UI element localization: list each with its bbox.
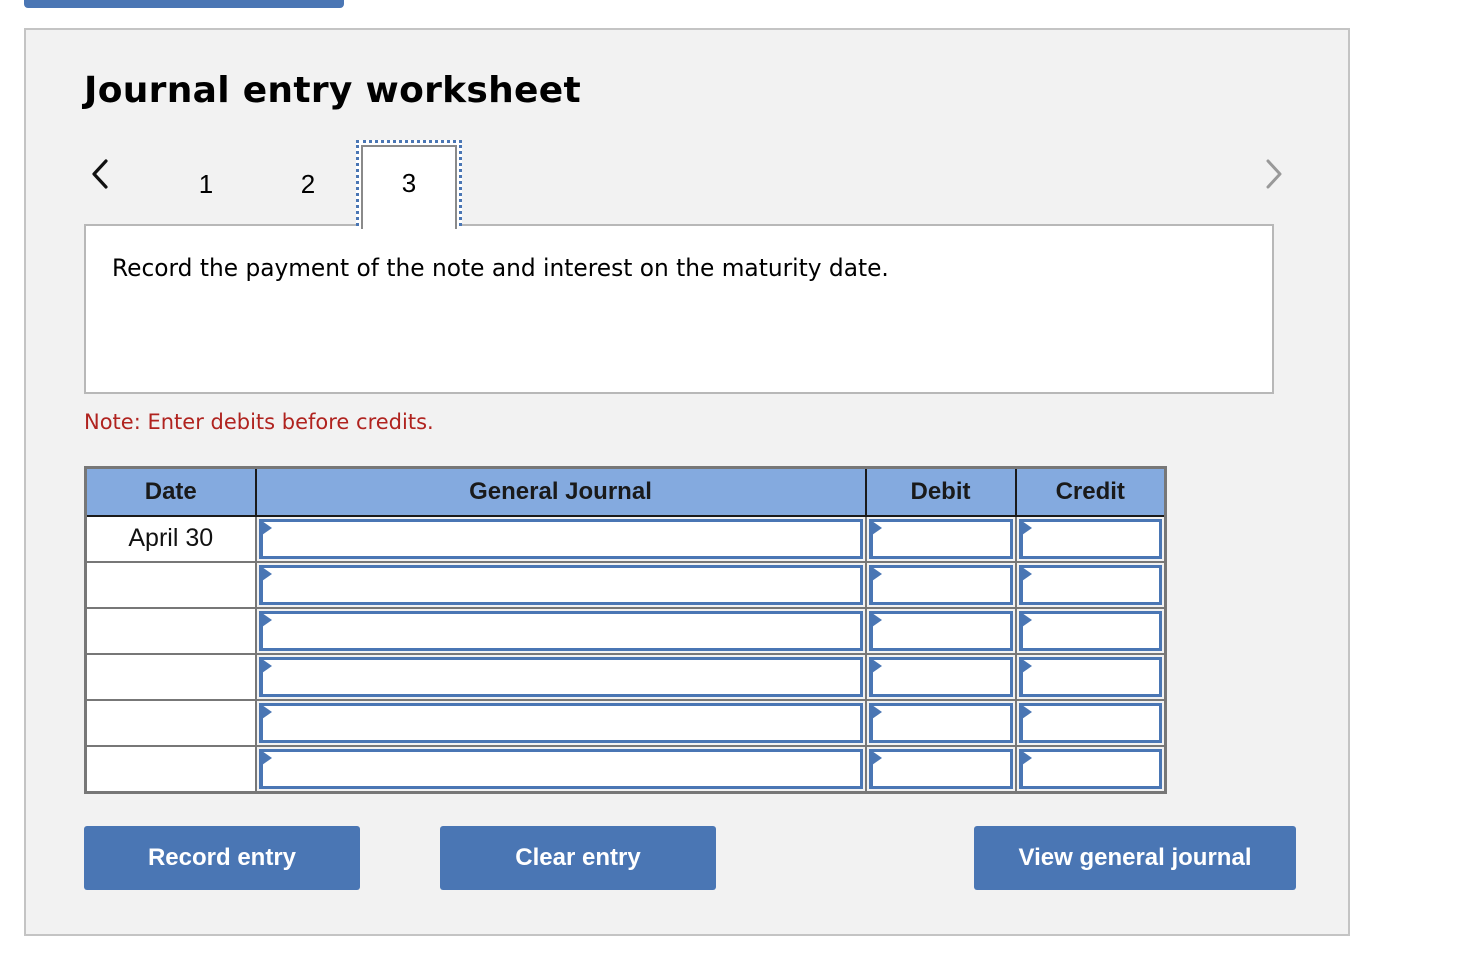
debit-input[interactable] <box>868 702 1013 743</box>
credit-cell <box>1014 606 1167 655</box>
journal-row <box>84 606 1167 655</box>
credit-input[interactable] <box>1018 748 1162 789</box>
record-entry-button[interactable]: Record entry <box>84 826 360 890</box>
entry-note: Note: Enter debits before credits. <box>84 410 434 434</box>
clear-entry-button[interactable]: Clear entry <box>440 826 716 890</box>
debit-cell <box>864 698 1017 747</box>
step-tab-label: 3 <box>401 167 417 198</box>
debit-input[interactable] <box>868 656 1013 697</box>
account-cell <box>254 606 867 655</box>
step-tab-3-active[interactable]: 3 <box>356 140 462 229</box>
journal-table: Date General Journal Debit Credit April … <box>84 466 1167 794</box>
next-step-button[interactable] <box>1258 156 1288 192</box>
table-header-row: Date General Journal Debit Credit <box>84 466 1167 517</box>
journal-row <box>84 744 1167 794</box>
date-cell <box>84 560 257 609</box>
credit-input-wrapper <box>1018 748 1162 789</box>
debit-input-wrapper <box>868 748 1013 789</box>
debit-input[interactable] <box>868 748 1013 789</box>
date-cell <box>84 606 257 655</box>
debit-cell <box>864 606 1017 655</box>
date-cell: April 30 <box>84 514 257 563</box>
account-input-wrapper <box>258 610 863 651</box>
account-input[interactable] <box>258 564 863 605</box>
date-cell <box>84 744 257 794</box>
debit-input-wrapper <box>868 702 1013 743</box>
account-input-wrapper <box>258 702 863 743</box>
credit-input-wrapper <box>1018 518 1162 559</box>
credit-input[interactable] <box>1018 702 1162 743</box>
date-cell <box>84 652 257 701</box>
debit-cell <box>864 652 1017 701</box>
credit-cell <box>1014 698 1167 747</box>
chevron-right-icon <box>1266 159 1282 189</box>
credit-input[interactable] <box>1018 518 1162 559</box>
journal-row <box>84 652 1167 701</box>
column-header-credit: Credit <box>1014 466 1167 517</box>
previous-step-button[interactable] <box>86 156 116 192</box>
journal-row <box>84 698 1167 747</box>
credit-input-wrapper <box>1018 656 1162 697</box>
debit-cell <box>864 514 1017 563</box>
step-tab-label: 2 <box>300 168 316 199</box>
account-cell <box>254 698 867 747</box>
instruction-box: Record the payment of the note and inter… <box>84 224 1274 394</box>
credit-cell <box>1014 744 1167 794</box>
column-header-general-journal: General Journal <box>254 466 867 517</box>
credit-cell <box>1014 560 1167 609</box>
worksheet-title: Journal entry worksheet <box>84 70 581 111</box>
debit-input-wrapper <box>868 610 1013 651</box>
chevron-left-icon <box>92 159 108 189</box>
credit-input[interactable] <box>1018 610 1162 651</box>
debit-input-wrapper <box>868 656 1013 697</box>
journal-row: April 30 <box>84 514 1167 563</box>
date-cell <box>84 698 257 747</box>
step-tab-label: 1 <box>198 168 214 199</box>
account-input[interactable] <box>258 518 863 559</box>
journal-row <box>84 560 1167 609</box>
account-cell <box>254 514 867 563</box>
account-input[interactable] <box>258 702 863 743</box>
column-header-date: Date <box>84 466 257 517</box>
credit-cell <box>1014 652 1167 701</box>
view-general-journal-button[interactable]: View general journal <box>974 826 1296 890</box>
journal-table-body: April 30 <box>84 514 1167 794</box>
credit-input[interactable] <box>1018 564 1162 605</box>
account-input[interactable] <box>258 748 863 789</box>
column-header-debit: Debit <box>864 466 1017 517</box>
account-cell <box>254 744 867 794</box>
debit-cell <box>864 744 1017 794</box>
credit-input-wrapper <box>1018 610 1162 651</box>
debit-input[interactable] <box>868 610 1013 651</box>
account-input-wrapper <box>258 748 863 789</box>
credit-cell <box>1014 514 1167 563</box>
account-input-wrapper <box>258 656 863 697</box>
top-tab-bar <box>24 0 344 8</box>
account-cell <box>254 560 867 609</box>
account-input[interactable] <box>258 656 863 697</box>
account-input-wrapper <box>258 518 863 559</box>
debit-input[interactable] <box>868 518 1013 559</box>
debit-cell <box>864 560 1017 609</box>
account-input[interactable] <box>258 610 863 651</box>
journal-worksheet-panel: Journal entry worksheet 1 2 3 Record the… <box>24 28 1350 936</box>
credit-input-wrapper <box>1018 564 1162 605</box>
account-cell <box>254 652 867 701</box>
step-tab-1[interactable]: 1 <box>156 142 256 226</box>
credit-input[interactable] <box>1018 656 1162 697</box>
debit-input-wrapper <box>868 564 1013 605</box>
debit-input[interactable] <box>868 564 1013 605</box>
account-input-wrapper <box>258 564 863 605</box>
step-tab-2[interactable]: 2 <box>258 142 358 226</box>
instruction-text: Record the payment of the note and inter… <box>112 254 889 282</box>
credit-input-wrapper <box>1018 702 1162 743</box>
debit-input-wrapper <box>868 518 1013 559</box>
